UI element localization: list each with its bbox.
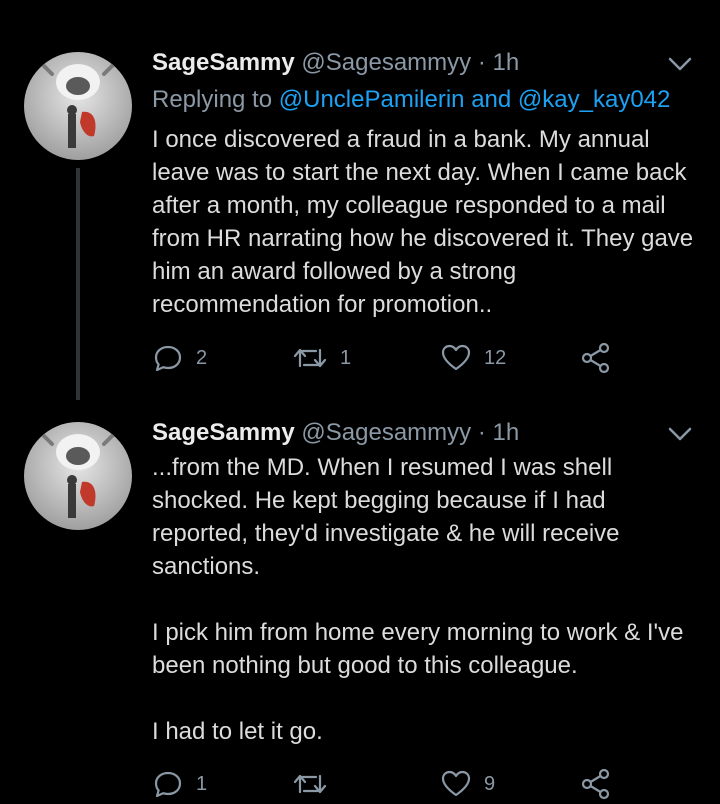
tweet-paragraph: I had to let it go.	[152, 718, 323, 745]
tweet-paragraph: ...from the MD. When I resumed I was she…	[152, 454, 620, 580]
retweet-count: 1	[340, 346, 352, 369]
tweet-text: I once discovered a fraud in a bank. My …	[152, 123, 697, 321]
chevron-down-icon[interactable]	[664, 52, 696, 76]
like-count: 12	[484, 346, 507, 369]
share-icon	[581, 342, 610, 374]
replying-to: Replying to @UnclePamilerin and @kay_kay…	[152, 84, 670, 116]
reply-button[interactable]: 2	[152, 338, 207, 378]
chevron-down-icon[interactable]	[664, 422, 696, 446]
like-button[interactable]: 12	[440, 338, 506, 378]
user-handle[interactable]: @Sagesammyy	[301, 419, 471, 446]
reply-icon	[154, 771, 182, 798]
share-icon	[581, 768, 610, 800]
separator: ·	[477, 419, 486, 446]
avatar[interactable]	[24, 52, 132, 160]
share-button[interactable]	[580, 338, 612, 378]
reply-count: 2	[196, 346, 208, 369]
tweet-header: SageSammy @Sagesammyy · 1h	[152, 47, 519, 79]
user-handle[interactable]: @Sagesammyy	[301, 49, 471, 76]
reply-icon	[154, 345, 182, 372]
heart-icon	[441, 770, 471, 797]
retweet-button[interactable]: 1	[292, 338, 351, 378]
replying-to-label: Replying to	[152, 86, 273, 113]
mention-link[interactable]: @UnclePamilerin	[279, 86, 465, 113]
tweet-paragraph: I pick him from home every morning to wo…	[152, 619, 684, 679]
mention-and[interactable]: and	[471, 86, 511, 113]
thread-line	[76, 168, 80, 400]
avatar[interactable]	[24, 422, 132, 530]
retweet-button[interactable]	[292, 764, 340, 804]
tweet-actions: 2 1 12	[152, 338, 622, 378]
reply-button[interactable]: 1	[152, 764, 207, 804]
retweet-icon	[293, 348, 327, 368]
timestamp[interactable]: 1h	[493, 419, 520, 446]
reply-count: 1	[196, 772, 208, 795]
tweet-text: ...from the MD. When I resumed I was she…	[152, 451, 697, 748]
like-count: 9	[484, 772, 496, 795]
tweet-2[interactable]: SageSammy @Sagesammyy · 1h ...from the M…	[0, 400, 720, 800]
separator: ·	[477, 49, 486, 76]
tweet-1[interactable]: SageSammy @Sagesammyy · 1h Replying to @…	[0, 0, 720, 400]
display-name[interactable]: SageSammy	[152, 419, 295, 446]
tweet-actions: 1 9	[152, 764, 622, 804]
heart-icon	[441, 344, 471, 371]
retweet-icon	[293, 774, 327, 794]
mention-link[interactable]: @kay_kay042	[518, 86, 670, 113]
tweet-paragraph: I once discovered a fraud in a bank. My …	[152, 126, 694, 318]
timestamp[interactable]: 1h	[493, 49, 520, 76]
tweet-header: SageSammy @Sagesammyy · 1h	[152, 417, 519, 449]
like-button[interactable]: 9	[440, 764, 495, 804]
share-button[interactable]	[580, 764, 612, 804]
display-name[interactable]: SageSammy	[152, 49, 295, 76]
